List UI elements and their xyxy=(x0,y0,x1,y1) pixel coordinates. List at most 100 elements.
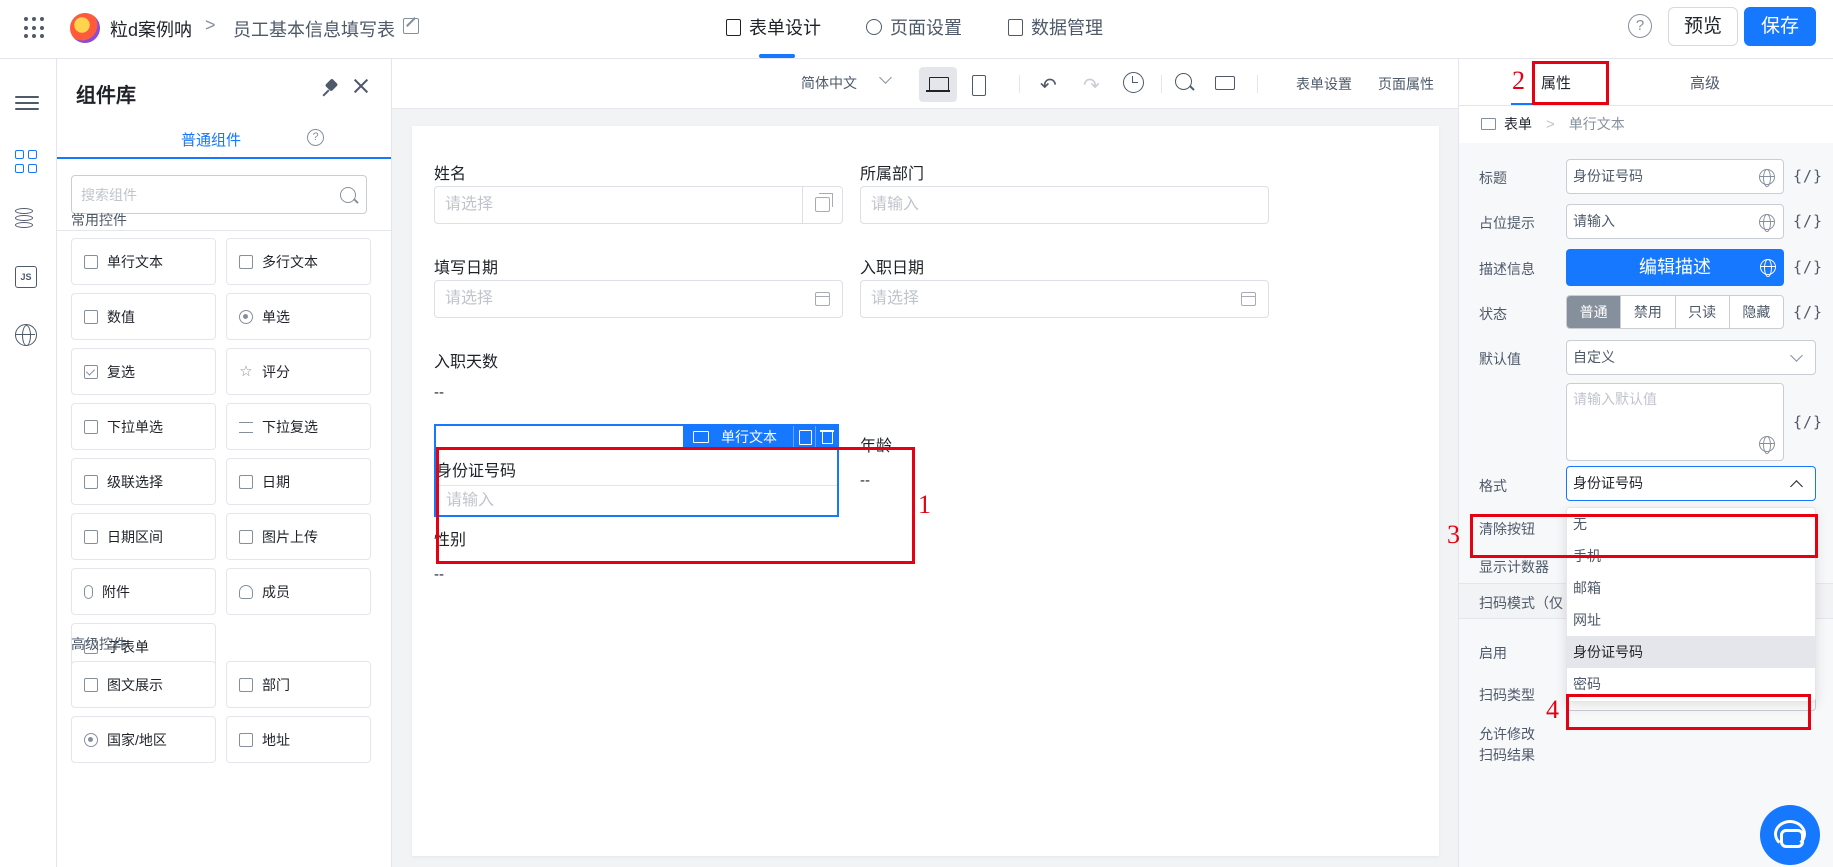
component-date[interactable]: 日期 xyxy=(226,458,371,505)
prop-placeholder-input[interactable]: 请输入 xyxy=(1566,204,1784,239)
search-icon[interactable] xyxy=(340,187,356,203)
globe-icon[interactable] xyxy=(1759,214,1775,232)
component-label: 下拉复选 xyxy=(262,418,318,435)
prop-placeholder-value: 请输入 xyxy=(1573,213,1615,229)
document-icon xyxy=(726,18,741,36)
language-select[interactable]: 简体中文 xyxy=(801,73,857,93)
mobile-view-icon[interactable] xyxy=(959,67,997,102)
tab-common-components[interactable]: 普通组件 xyxy=(181,129,241,150)
variable-button[interactable]: {/} xyxy=(1793,258,1823,276)
variable-button[interactable]: {/} xyxy=(1793,303,1823,321)
js-icon[interactable]: JS xyxy=(15,266,37,288)
page-properties-button[interactable]: 页面属性 xyxy=(1378,74,1434,94)
globe-icon[interactable] xyxy=(1759,169,1775,187)
component-member[interactable]: 成员 xyxy=(226,568,371,615)
delete-field-icon[interactable] xyxy=(815,426,837,448)
search-components-input[interactable] xyxy=(71,175,367,214)
edit-description-button[interactable]: 编辑描述 xyxy=(1566,249,1784,286)
globe-icon[interactable] xyxy=(1760,259,1776,277)
database-icon[interactable] xyxy=(15,208,39,232)
member-picker-button[interactable] xyxy=(802,187,842,223)
component-dropdown-multi[interactable]: 下拉复选 xyxy=(226,403,371,450)
breadcrumb-form[interactable]: 表单 xyxy=(1504,114,1532,134)
copy-field-icon[interactable] xyxy=(793,426,815,448)
default-value-textarea[interactable]: 请输入默认值 xyxy=(1566,383,1784,461)
common-controls-grid: 单行文本 多行文本 数值 单选 复选 ☆ 评分 下拉单选 下拉复选 级联选择 日期… xyxy=(71,238,371,670)
status-option-normal[interactable]: 普通 xyxy=(1567,296,1621,328)
help-icon[interactable]: ? xyxy=(1628,14,1652,38)
format-option-url[interactable]: 网址 xyxy=(1567,604,1815,636)
component-checkbox[interactable]: 复选 xyxy=(71,348,216,395)
tab-page-settings[interactable]: 页面设置 xyxy=(866,14,962,40)
component-cascade[interactable]: 级联选择 xyxy=(71,458,216,505)
status-option-hidden[interactable]: 隐藏 xyxy=(1728,296,1783,328)
search-icon[interactable] xyxy=(1175,73,1192,90)
field-hire-days-value: -- xyxy=(434,384,444,401)
desktop-view-icon[interactable] xyxy=(919,67,957,102)
component-attachment[interactable]: 附件 xyxy=(71,568,216,615)
component-dropdown-single[interactable]: 下拉单选 xyxy=(71,403,216,450)
component-address[interactable]: 地址 xyxy=(226,716,371,763)
tab-data-management[interactable]: 数据管理 xyxy=(1008,14,1103,40)
keyboard-icon[interactable] xyxy=(1215,76,1235,90)
field-hire-date-input[interactable]: 请选择 xyxy=(860,280,1269,318)
property-breadcrumb: 表单 > 单行文本 xyxy=(1481,114,1625,134)
globe-icon[interactable] xyxy=(15,324,37,346)
globe-icon[interactable] xyxy=(1759,436,1775,454)
component-rating[interactable]: ☆ 评分 xyxy=(226,348,371,395)
redo-icon[interactable]: ↷ xyxy=(1083,73,1100,98)
component-library-title: 组件库 xyxy=(76,85,136,107)
prop-label-allow-edit-line1: 允许修改 xyxy=(1479,726,1535,742)
format-select[interactable]: 身份证号码 xyxy=(1566,466,1816,501)
placeholder: 请选择 xyxy=(445,290,494,307)
tab-form-design[interactable]: 表单设计 xyxy=(726,14,821,40)
component-multi-line-text[interactable]: 多行文本 xyxy=(226,238,371,285)
variable-button[interactable]: {/} xyxy=(1793,167,1823,185)
single-line-text-icon xyxy=(693,431,709,443)
save-button[interactable]: 保存 xyxy=(1744,7,1816,46)
toolbar-divider xyxy=(1161,75,1162,93)
prop-title-input[interactable]: 身份证号码 xyxy=(1566,159,1784,194)
field-fill-date-input[interactable]: 请选择 xyxy=(434,280,843,318)
pin-icon[interactable] xyxy=(323,79,341,97)
cascade-icon xyxy=(84,474,98,489)
component-image-upload[interactable]: 图片上传 xyxy=(226,513,371,560)
component-radio[interactable]: 单选 xyxy=(226,293,371,340)
variable-button[interactable]: {/} xyxy=(1793,413,1823,431)
components-icon[interactable] xyxy=(15,150,39,174)
format-option-id-number[interactable]: 身份证号码 xyxy=(1567,636,1815,668)
edit-description-label: 编辑描述 xyxy=(1639,257,1711,277)
variable-button[interactable]: {/} xyxy=(1793,212,1823,230)
edit-form-name-icon[interactable] xyxy=(403,18,419,34)
chevron-down-icon xyxy=(1790,349,1803,362)
field-department-input[interactable]: 请输入 xyxy=(860,186,1269,224)
chevron-down-icon[interactable] xyxy=(879,71,892,84)
preview-button[interactable]: 预览 xyxy=(1668,7,1738,46)
annotation-box-4 xyxy=(1566,694,1811,730)
help-icon[interactable]: ? xyxy=(307,129,324,146)
prop-label-scan-type: 扫码类型 xyxy=(1479,687,1535,703)
prop-label-allow-edit-line2: 扫码结果 xyxy=(1479,747,1535,763)
component-number[interactable]: 数值 xyxy=(71,293,216,340)
form-settings-button[interactable]: 表单设置 xyxy=(1296,74,1352,94)
default-value-mode-select[interactable]: 自定义 xyxy=(1566,340,1816,375)
status-option-disabled[interactable]: 禁用 xyxy=(1620,296,1674,328)
customer-support-button[interactable] xyxy=(1760,805,1820,865)
field-name-input[interactable]: 请选择 xyxy=(434,186,843,224)
format-option-email[interactable]: 邮箱 xyxy=(1567,572,1815,604)
component-date-range[interactable]: 日期区间 xyxy=(71,513,216,560)
close-icon[interactable] xyxy=(351,76,371,96)
history-icon[interactable] xyxy=(1123,72,1144,93)
image-upload-icon xyxy=(239,529,253,544)
undo-icon[interactable]: ↶ xyxy=(1040,73,1057,98)
component-rich-text[interactable]: 图文展示 xyxy=(71,661,216,708)
component-department[interactable]: 部门 xyxy=(226,661,371,708)
component-label: 日期区间 xyxy=(107,528,163,545)
app-grid-icon[interactable] xyxy=(24,17,46,39)
component-single-line-text[interactable]: 单行文本 xyxy=(71,238,216,285)
status-option-readonly[interactable]: 只读 xyxy=(1674,296,1729,328)
tab-advanced[interactable]: 高级 xyxy=(1690,72,1720,93)
app-name[interactable]: 粒d案例呐 xyxy=(110,16,192,42)
outline-icon[interactable] xyxy=(15,92,39,116)
component-country[interactable]: 国家/地区 xyxy=(71,716,216,763)
